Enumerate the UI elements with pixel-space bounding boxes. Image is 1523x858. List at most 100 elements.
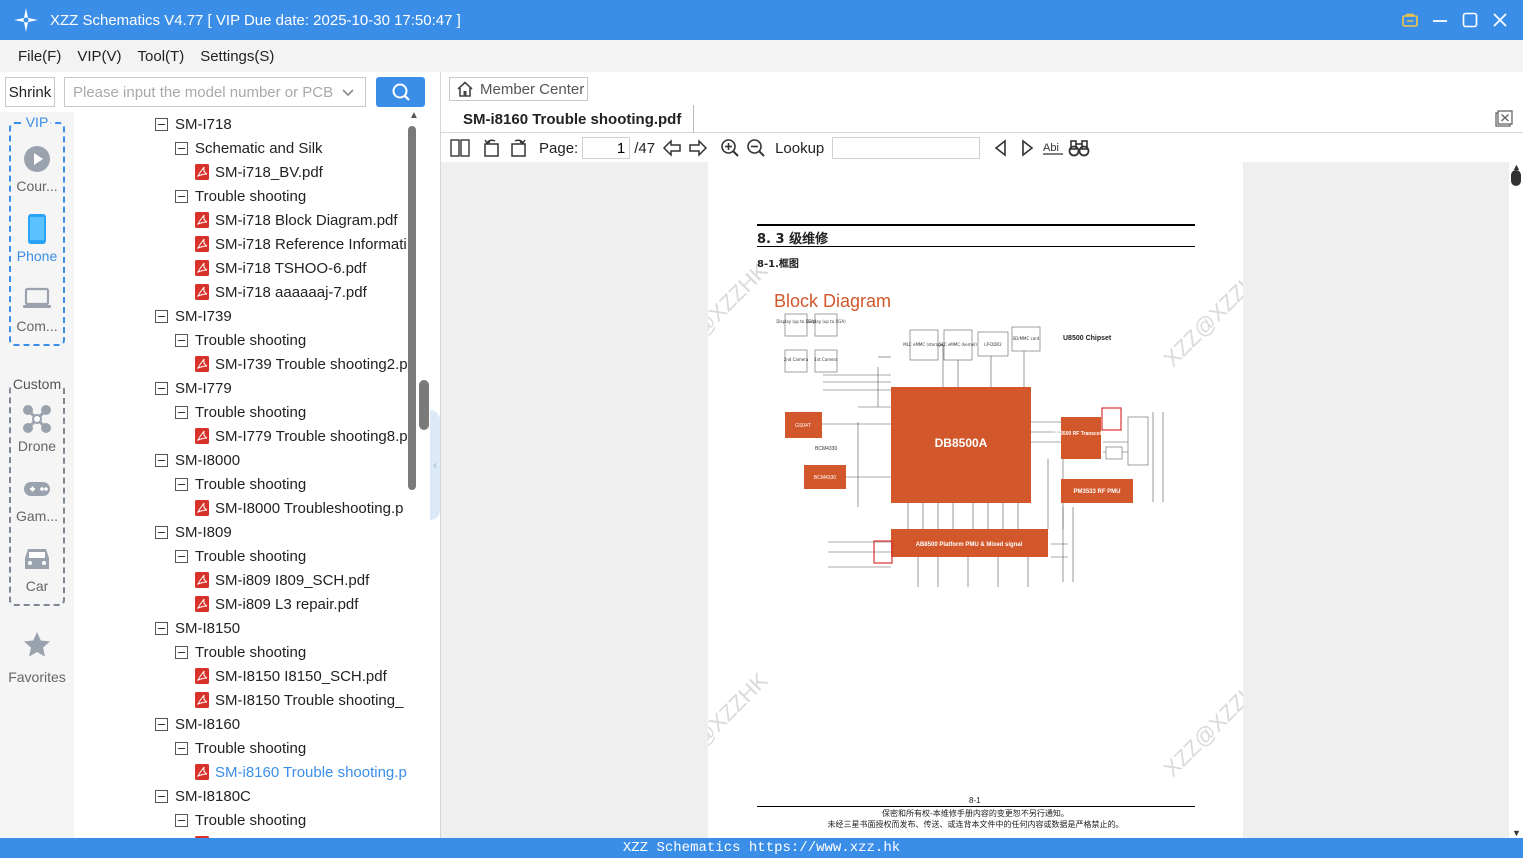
tree-folder-node[interactable]: Schematic and Silk [175,136,323,160]
tree-folder-node[interactable]: Trouble shooting [175,544,306,568]
tree-node-label: Trouble shooting [195,811,307,829]
tree-model-node[interactable]: SM-I809 [155,520,232,544]
two-page-view-icon[interactable] [449,137,471,159]
favorites-button[interactable]: Favorites [0,630,74,685]
tree-file-item[interactable]: SM-I739 Trouble shooting2.p [195,352,407,376]
tree-file-item[interactable]: SM-i809 I809_SCH.pdf [195,568,369,592]
close-icon[interactable] [1491,11,1509,29]
tree-model-node[interactable]: SM-I8180C [155,784,251,808]
collapse-toggle-icon[interactable] [155,717,168,731]
collapse-toggle-icon[interactable] [175,189,188,203]
minimize-icon[interactable] [1431,11,1449,29]
tree-folder-node[interactable]: Trouble shooting [175,472,306,496]
find-all-icon[interactable] [1068,137,1090,159]
chevron-down-icon[interactable] [341,85,355,104]
menu-settings[interactable]: Settings(S) [200,48,274,65]
collapse-toggle-icon[interactable] [175,405,188,419]
next-page-icon[interactable] [687,137,709,159]
page-footer-number: 8-1 [969,796,981,805]
tree-file-item[interactable]: SM-i718 TSHOO-6.pdf [195,256,366,280]
tree-model-node[interactable]: SM-I739 [155,304,232,328]
tree-file-item[interactable]: SM-i718 Block Diagram.pdf [195,208,398,232]
zoom-out-icon[interactable] [745,137,767,159]
menu-tool[interactable]: Tool(T) [138,48,185,65]
find-previous-icon[interactable] [990,137,1012,159]
viewer-scrollbar[interactable]: ▲ ▼ [1509,162,1523,838]
collapse-toggle-icon[interactable] [175,333,188,347]
collapse-toggle-icon[interactable] [175,645,188,659]
menu-file[interactable]: File(F) [18,48,61,65]
rotate-left-icon[interactable] [481,137,503,159]
zoom-in-icon[interactable] [719,137,741,159]
tree-node-label: Trouble shooting [195,475,307,493]
category-courses[interactable]: Cour... [11,144,63,204]
category-game[interactable]: Gam... [11,474,63,534]
lookup-input[interactable] [832,137,981,159]
tree-model-node[interactable]: SM-I8000 [155,448,240,472]
category-computer[interactable]: Com... [11,284,63,344]
splitter-handle[interactable] [419,380,429,430]
rotate-right-icon[interactable] [507,137,529,159]
panel-splitter[interactable] [417,112,429,838]
collapse-toggle-icon[interactable] [155,453,168,467]
match-case-icon[interactable]: Abi [1042,137,1064,159]
collapse-toggle-icon[interactable] [155,789,168,803]
tree-file-item[interactable]: SM-i809 L3 repair.pdf [195,592,358,616]
collapse-toggle-icon[interactable] [155,117,168,131]
scroll-down-icon[interactable]: ▼ [1512,828,1521,838]
tree-model-node[interactable]: SM-I8150 [155,616,240,640]
pdf-file-icon [195,236,209,252]
page-number-input[interactable] [582,137,631,159]
collapse-toggle-icon[interactable] [155,309,168,323]
close-tab-icon[interactable] [1495,110,1513,128]
collapse-panel-button[interactable]: ‹ [430,410,440,520]
search-button[interactable] [376,77,425,107]
tree-file-item[interactable]: SM-i718 aaaaaaj-7.pdf [195,280,367,304]
collapse-toggle-icon[interactable] [175,141,188,155]
category-car[interactable]: Car [11,544,63,604]
tree-model-node[interactable]: SM-I718 [155,112,232,136]
tree-file-item[interactable]: SM-I8150 Trouble shooting_ [195,688,403,712]
previous-page-icon[interactable] [661,137,683,159]
tree-file-item[interactable]: SM-i8160 Trouble shooting.p [195,760,407,784]
label-slc-emmc: SLC eMMC (kernel) [939,342,977,347]
find-next-icon[interactable] [1016,137,1038,159]
maximize-icon[interactable] [1461,11,1479,29]
category-phone[interactable]: Phone [11,214,63,274]
tree-folder-node[interactable]: Trouble shooting [175,640,306,664]
tree-model-node[interactable]: SM-I779 [155,376,232,400]
collapse-toggle-icon[interactable] [175,813,188,827]
collapse-toggle-icon[interactable] [155,381,168,395]
vip-badge-icon[interactable] [1401,11,1419,29]
tree-file-item[interactable]: SM-i718 Reference Informati [195,232,407,256]
collapse-toggle-icon[interactable] [175,741,188,755]
tree-model-node[interactable]: SM-I8160 [155,712,240,736]
tree-folder-node[interactable]: Trouble shooting [175,736,306,760]
viewer-scroll-thumb[interactable] [1511,170,1521,186]
tree-node-label: SM-I779 [175,379,232,397]
tree-folder-node[interactable]: Trouble shooting [175,184,306,208]
category-drone[interactable]: Drone [11,404,63,464]
tree-scroll-thumb[interactable] [408,126,416,490]
collapse-toggle-icon[interactable] [155,621,168,635]
tree-file-item[interactable]: SM-I8150 I8150_SCH.pdf [195,664,387,688]
shrink-button[interactable]: Shrink [5,77,55,107]
tree-folder-node[interactable]: Trouble shooting [175,808,306,832]
search-input[interactable] [73,83,333,101]
tree-folder-node[interactable]: Trouble shooting [175,400,306,424]
pdf-viewer[interactable]: 8. 3 级维修 8-1.框图 Block Diagram XZZ@XZZHK … [441,162,1509,838]
collapse-toggle-icon[interactable] [155,525,168,539]
tree-scrollbar[interactable]: ▲ [407,110,419,838]
member-center-button[interactable]: Member Center [449,77,588,101]
tree-file-item[interactable]: SM-I779 Trouble shooting8.p [195,424,407,448]
document-tab[interactable]: SM-i8160 Trouble shooting.pdf [451,105,695,133]
tree-node-label: Trouble shooting [195,643,307,661]
menu-vip[interactable]: VIP(V) [77,48,121,65]
tree-file-item[interactable]: SM-I8000 Troubleshooting.p [195,496,403,520]
tree-file-item[interactable]: SM-i718_BV.pdf [195,160,323,184]
tree-folder-node[interactable]: Trouble shooting [175,328,306,352]
tree-node-label: Trouble shooting [195,187,307,205]
collapse-toggle-icon[interactable] [175,549,188,563]
collapse-toggle-icon[interactable] [175,477,188,491]
search-combobox[interactable] [64,77,366,107]
